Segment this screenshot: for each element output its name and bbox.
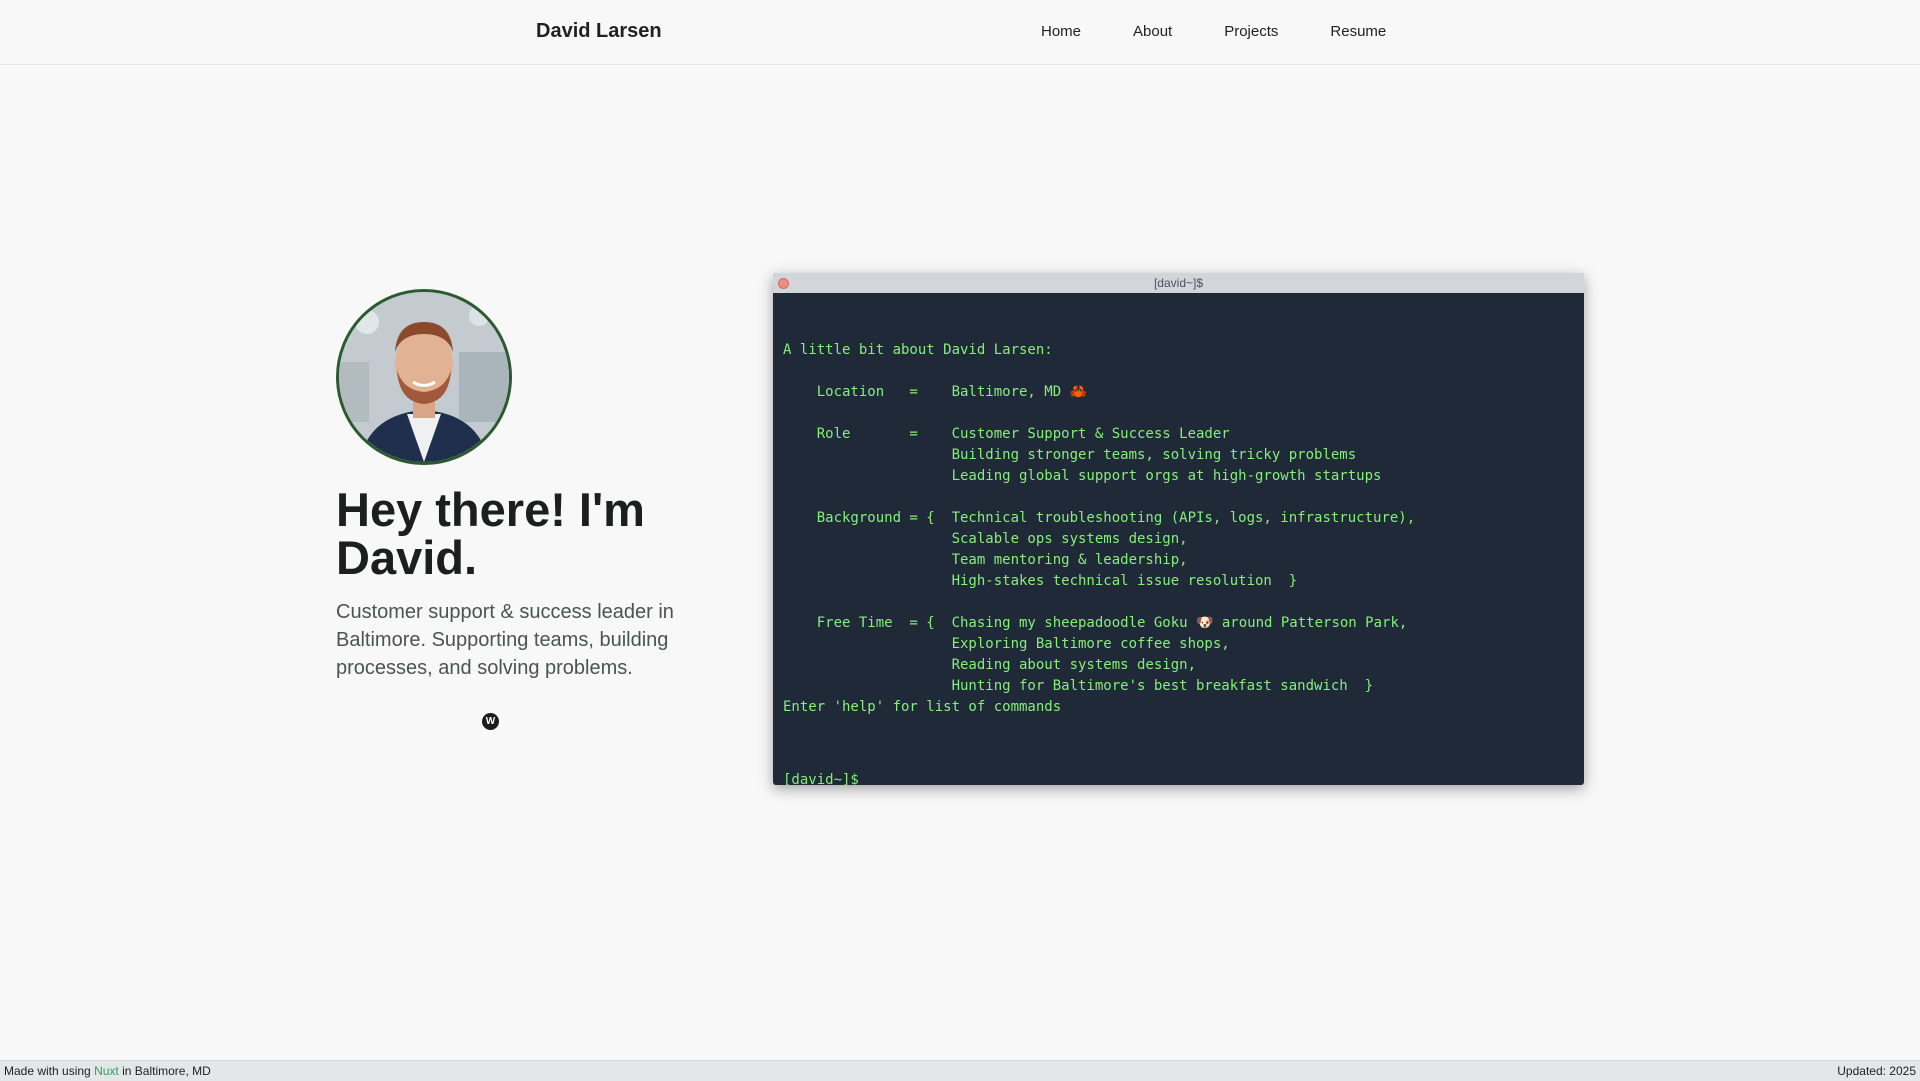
terminal-line: Scalable ops systems design, (783, 531, 1188, 547)
profile-photo (336, 289, 512, 465)
footer-made-with: Made with using (4, 1064, 91, 1078)
terminal-line: Reading about systems design, (783, 657, 1197, 673)
nav-resume[interactable]: Resume (1330, 23, 1386, 40)
terminal-line: Hunting for Baltimore's best breakfast s… (783, 678, 1374, 694)
site-header: David Larsen Home About Projects Resume (0, 0, 1920, 65)
footer-updated: Updated: 2025 (1837, 1064, 1916, 1078)
nav-home[interactable]: Home (1041, 23, 1081, 40)
terminal-lines: A little bit about David Larsen: Locatio… (783, 340, 1574, 718)
terminal-line: Building stronger teams, solving tricky … (783, 447, 1357, 463)
hero-headline: Hey there! I'm David. (336, 483, 645, 584)
terminal-line: High-stakes technical issue resolution } (783, 573, 1298, 589)
terminal-window: [david~]$ A little bit about David Larse… (773, 273, 1584, 785)
nav-projects[interactable]: Projects (1224, 23, 1278, 40)
footer-credit: Made with using Nuxt in Baltimore, MD (4, 1061, 211, 1081)
footer-nuxt-link[interactable]: Nuxt (94, 1064, 119, 1078)
terminal-title: [david~]$ (1153, 276, 1204, 290)
terminal-input[interactable] (858, 770, 1574, 785)
terminal-line: Team mentoring & leadership, (783, 552, 1188, 568)
site-brand[interactable]: David Larsen (536, 20, 662, 43)
terminal-line: Leading global support orgs at high-grow… (783, 468, 1382, 484)
terminal-output: A little bit about David Larsen: Locatio… (773, 293, 1584, 785)
terminal-title-bar: [david~]$ (773, 273, 1584, 293)
terminal-line: Enter 'help' for list of commands (783, 699, 1062, 715)
terminal-prompt: [david~]$ (783, 772, 859, 785)
terminal-line: Background = { Technical troubleshooting… (783, 510, 1416, 526)
social-link-icon[interactable]: W (482, 713, 499, 730)
site-footer: Made with using Nuxt in Baltimore, MD Up… (0, 1060, 1920, 1081)
main-nav: Home About Projects Resume (1041, 23, 1386, 40)
nav-about[interactable]: About (1133, 23, 1172, 40)
terminal-line: Free Time = { Chasing my sheepadoodle Go… (783, 615, 1408, 631)
terminal-line: Location = Baltimore, MD 🦀 (783, 384, 1088, 400)
hero-subline: Customer support & success leader in Bal… (336, 601, 674, 679)
terminal-line: A little bit about David Larsen: (783, 342, 1053, 358)
footer-location: in Baltimore, MD (122, 1064, 211, 1078)
terminal-prompt-row: [david~]$ (783, 770, 1574, 785)
terminal-line: Role = Customer Support & Success Leader (783, 426, 1230, 442)
terminal-close-icon[interactable] (778, 278, 789, 289)
terminal-line: Exploring Baltimore coffee shops, (783, 636, 1230, 652)
